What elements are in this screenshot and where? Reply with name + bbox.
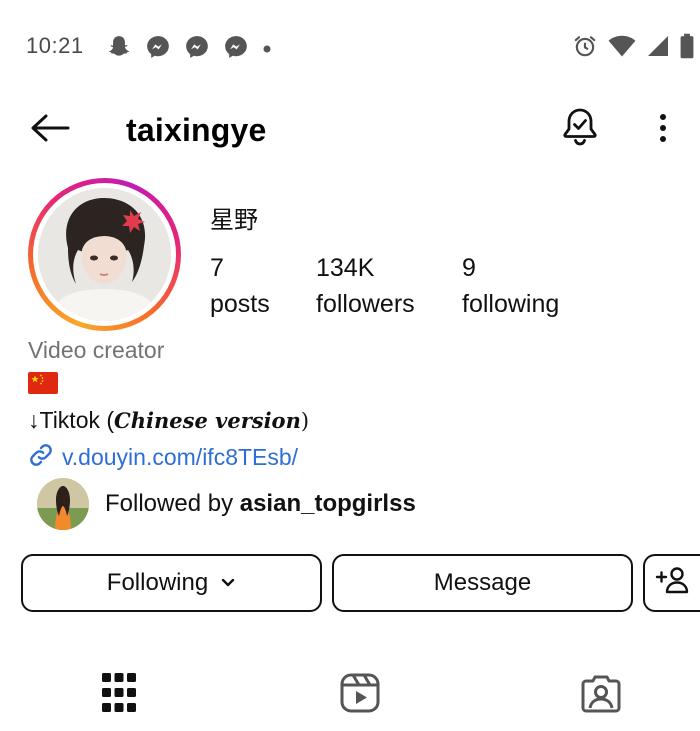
stat-label: following xyxy=(462,290,560,319)
stat-value: 134K xyxy=(316,254,375,282)
link-icon xyxy=(28,442,54,473)
profile-tabs xyxy=(0,660,700,730)
alarm-icon xyxy=(572,33,598,64)
stat-following[interactable]: 9 following xyxy=(462,250,559,323)
battery-icon xyxy=(680,33,694,64)
messenger-icon xyxy=(223,34,249,65)
grid-icon xyxy=(102,672,136,718)
following-button[interactable]: Following xyxy=(21,554,322,612)
add-user-icon xyxy=(655,565,689,602)
followed-by-row[interactable]: Followed by asian_topgirlss xyxy=(37,478,416,530)
chevron-down-icon xyxy=(220,577,236,589)
message-button[interactable]: Message xyxy=(332,554,633,612)
mutual-follower-avatar xyxy=(37,478,89,530)
reels-icon xyxy=(340,673,380,718)
followed-by-text: Followed by asian_topgirlss xyxy=(105,490,416,517)
more-options-button[interactable] xyxy=(650,110,676,150)
messenger-icon xyxy=(145,34,171,65)
message-label: Message xyxy=(433,569,532,596)
tab-tagged[interactable] xyxy=(576,670,626,720)
stat-label: posts xyxy=(210,290,270,319)
dot-icon xyxy=(262,41,272,59)
link-text[interactable]: v.douyin.com/ifc8TEsb/ xyxy=(62,444,298,471)
status-bar: 10:21 xyxy=(0,0,700,90)
profile-display-name: 星野 xyxy=(210,207,258,234)
status-system-icons xyxy=(572,33,694,64)
status-time: 10:21 xyxy=(26,33,84,58)
back-button[interactable] xyxy=(28,112,72,148)
notification-bell-icon xyxy=(561,107,599,154)
notifications-button[interactable] xyxy=(558,106,602,154)
bio-text: ↓Tiktok (Chinese version) xyxy=(28,407,310,433)
profile-link[interactable]: v.douyin.com/ifc8TEsb/ xyxy=(28,442,298,473)
stat-posts[interactable]: 7 posts xyxy=(210,250,270,323)
stat-followers[interactable]: 134K followers xyxy=(316,250,415,323)
profile-header: taixingye xyxy=(0,100,700,160)
snapchat-icon xyxy=(106,34,132,65)
tab-grid[interactable] xyxy=(94,670,144,720)
avatar xyxy=(38,188,171,321)
tagged-icon xyxy=(581,673,621,718)
wifi-icon xyxy=(608,34,636,63)
stat-value: 9 xyxy=(462,254,476,282)
signal-icon xyxy=(646,34,670,63)
profile-category: Video creator xyxy=(28,337,165,363)
tab-reels[interactable] xyxy=(335,670,385,720)
messenger-icon xyxy=(184,34,210,65)
back-arrow-icon xyxy=(30,113,70,148)
profile-username: taixingye xyxy=(126,112,267,148)
following-label: Following xyxy=(106,569,209,596)
stat-label: followers xyxy=(316,290,415,319)
mutual-follower-username[interactable]: asian_topgirlss xyxy=(240,490,416,517)
status-notification-icons xyxy=(106,34,272,65)
story-ring[interactable] xyxy=(28,178,181,331)
suggested-users-button[interactable] xyxy=(643,554,700,612)
china-flag-emoji: 🇨🇳 xyxy=(28,372,58,394)
stat-value: 7 xyxy=(210,254,224,282)
more-vertical-icon xyxy=(659,113,667,148)
